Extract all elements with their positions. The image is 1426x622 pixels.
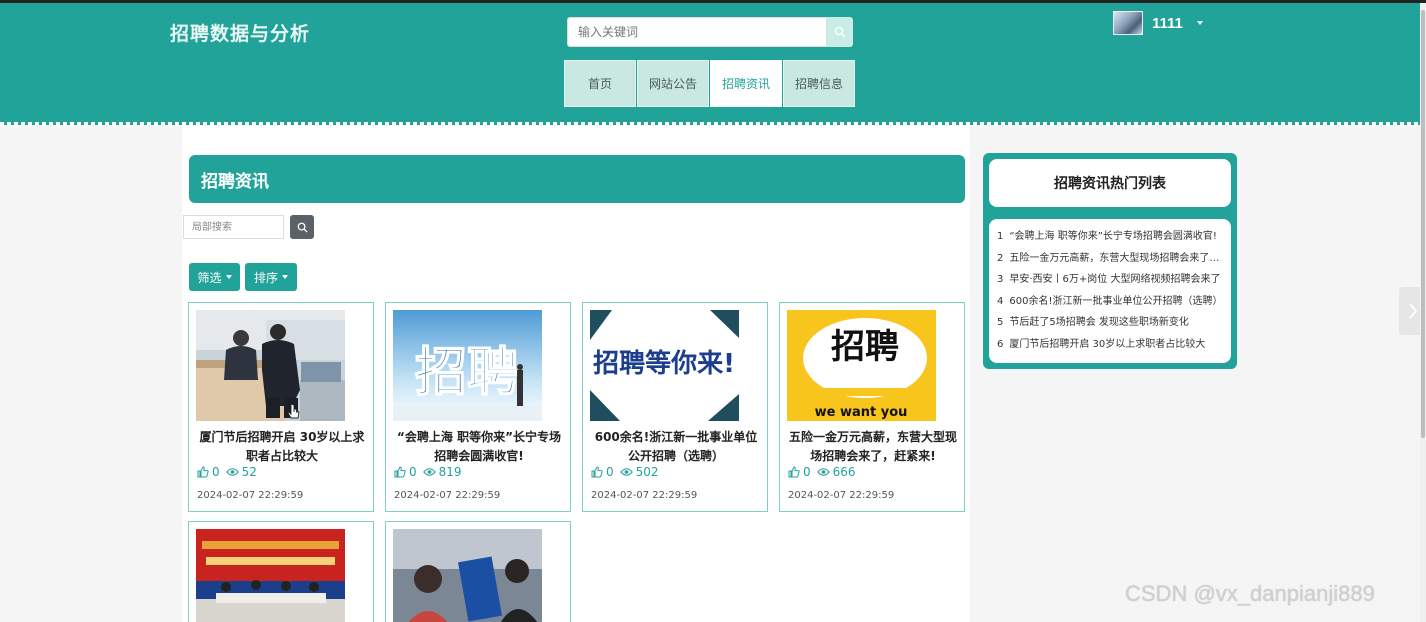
- main-nav: 首页 网站公告 招聘资讯 招聘信息: [564, 60, 856, 107]
- eye-icon: [619, 468, 633, 476]
- news-date: 2024-02-07 22:29:59: [591, 490, 698, 501]
- chevron-down-icon: [282, 275, 288, 279]
- news-stats: 0 819: [394, 465, 462, 479]
- news-title[interactable]: 厦门节后招聘开启 30岁以上求职者占比较大: [197, 428, 367, 466]
- news-date: 2024-02-07 22:29:59: [788, 490, 895, 501]
- thumbs-up-icon[interactable]: [591, 466, 603, 478]
- news-card[interactable]: [188, 521, 374, 622]
- sort-button[interactable]: 排序: [245, 263, 297, 291]
- hot-list-item[interactable]: 5 节后赶了5场招聘会 发现这些职场新变化: [997, 312, 1223, 334]
- hot-list-item[interactable]: 1 “会聘上海 职等你来”长宁专场招聘会圆满收官!: [997, 226, 1223, 248]
- view-count: 819: [438, 465, 462, 479]
- hot-rank: 3: [997, 274, 1004, 285]
- hot-rank: 5: [997, 317, 1004, 328]
- nav-announcements[interactable]: 网站公告: [637, 60, 709, 107]
- site-header: 招聘数据与分析 1111 首页 网站公告 招聘资讯 招聘信息: [0, 3, 1426, 125]
- news-image[interactable]: [393, 529, 542, 622]
- thumbs-up-icon[interactable]: [788, 466, 800, 478]
- hot-text[interactable]: 早安·西安丨6万+岗位 大型网络视频招聘会来了: [1009, 274, 1220, 285]
- news-title[interactable]: “会聘上海 职等你来”长宁专场招聘会圆满收官!: [394, 428, 564, 466]
- mouse-cursor: [287, 403, 300, 419]
- chevron-right-icon: [1408, 303, 1417, 319]
- hot-text[interactable]: 五险一金万元高薪，东营大型现场招聘会来了，赶紧来!: [1009, 253, 1223, 264]
- filter-button[interactable]: 筛选: [189, 263, 240, 291]
- nav-home[interactable]: 首页: [564, 60, 636, 107]
- hot-list-item[interactable]: 2 五险一金万元高薪，东营大型现场招聘会来了，赶紧来!: [997, 248, 1223, 270]
- news-card[interactable]: 厦门节后招聘开启 30岁以上求职者占比较大 0 52 2024-02-07 22…: [188, 302, 374, 512]
- hot-list: 1 “会聘上海 职等你来”长宁专场招聘会圆满收官! 2 五险一金万元高薪，东营大型现…: [989, 219, 1231, 363]
- chevron-down-icon[interactable]: [1196, 21, 1203, 25]
- hot-text[interactable]: 600余名!浙江新一批事业单位公开招聘（选聘）: [1009, 296, 1222, 307]
- image-text: 招聘: [415, 343, 519, 403]
- hot-list-panel: 招聘资讯热门列表 1 “会聘上海 职等你来”长宁专场招聘会圆满收官! 2 五险一金万…: [983, 153, 1237, 369]
- news-card[interactable]: [385, 521, 571, 622]
- hot-list-item[interactable]: 6 厦门节后招聘开启 30岁以上求职者占比较大: [997, 334, 1223, 356]
- like-count: 0: [606, 465, 614, 479]
- search-input[interactable]: [567, 17, 827, 47]
- image-text-2: we want you: [815, 405, 908, 420]
- eye-icon: [816, 468, 830, 476]
- view-count: 52: [241, 465, 257, 479]
- eye-icon: [422, 468, 436, 476]
- chevron-down-icon: [225, 275, 232, 279]
- news-stats: 0 52: [197, 465, 257, 479]
- filter-label: 筛选: [197, 270, 222, 285]
- eye-icon: [225, 468, 239, 476]
- nav-recruit-news[interactable]: 招聘资讯: [710, 60, 782, 107]
- like-count: 0: [409, 465, 417, 479]
- nav-recruit-info[interactable]: 招聘信息: [783, 60, 855, 107]
- user-menu[interactable]: 1111: [1113, 10, 1203, 36]
- news-date: 2024-02-07 22:29:59: [197, 490, 304, 501]
- news-title[interactable]: 600余名!浙江新一批事业单位公开招聘（选聘）: [591, 428, 761, 466]
- news-card[interactable]: 招聘 we want you 五险一金万元高薪，东营大型现场招聘会来了，赶紧来!…: [779, 302, 965, 512]
- hot-rank: 4: [997, 295, 1004, 307]
- search-button[interactable]: [827, 17, 853, 47]
- hot-rank: 1: [997, 231, 1004, 242]
- news-image[interactable]: 招聘等你来!: [590, 310, 739, 421]
- hot-rank: 2: [997, 252, 1004, 264]
- search-icon: [834, 26, 846, 38]
- hot-list-item[interactable]: 3 早安·西安丨6万+岗位 大型网络视频招聘会来了: [997, 269, 1223, 291]
- news-date: 2024-02-07 22:29:59: [394, 490, 501, 501]
- thumbs-up-icon[interactable]: [197, 466, 209, 478]
- search-icon: [297, 222, 308, 233]
- news-title[interactable]: 五险一金万元高薪，东营大型现场招聘会来了，赶紧来!: [788, 428, 958, 466]
- local-search-button[interactable]: [290, 215, 314, 239]
- scrollbar-thumb[interactable]: [1421, 10, 1425, 438]
- hot-rank: 6: [997, 338, 1004, 350]
- avatar[interactable]: [1113, 11, 1143, 35]
- news-image[interactable]: [196, 529, 345, 622]
- site-title: 招聘数据与分析: [170, 23, 311, 45]
- hot-list-title: 招聘资讯热门列表: [989, 159, 1231, 207]
- view-count: 502: [635, 465, 659, 479]
- news-card[interactable]: 招聘 “会聘上海 职等你来”长宁专场招聘会圆满收官! 0 819 2024-02…: [385, 302, 571, 512]
- view-count: 666: [832, 465, 856, 479]
- hot-text[interactable]: 节后赶了5场招聘会 发现这些职场新变化: [1009, 317, 1189, 328]
- news-image[interactable]: 招聘 we want you: [787, 310, 936, 421]
- hot-list-item[interactable]: 4 600余名!浙江新一批事业单位公开招聘（选聘）: [997, 291, 1223, 313]
- username[interactable]: 1111: [1152, 15, 1183, 32]
- news-image[interactable]: 招聘: [393, 310, 542, 421]
- like-count: 0: [212, 465, 220, 479]
- news-stats: 0 666: [788, 465, 856, 479]
- news-image[interactable]: [196, 310, 345, 421]
- sort-label: 排序: [253, 270, 278, 285]
- watermark: CSDN @vx_danpianji889: [1125, 581, 1375, 606]
- thumbs-up-icon[interactable]: [394, 466, 406, 478]
- like-count: 0: [803, 465, 811, 479]
- news-card[interactable]: 招聘等你来! 600余名!浙江新一批事业单位公开招聘（选聘） 0 502 202…: [582, 302, 768, 512]
- hot-text[interactable]: 厦门节后招聘开启 30岁以上求职者占比较大: [1009, 339, 1205, 350]
- hot-text[interactable]: “会聘上海 职等你来”长宁专场招聘会圆满收官!: [1009, 231, 1217, 242]
- image-text: 招聘等你来!: [593, 348, 735, 379]
- header-search: [567, 17, 853, 47]
- image-text: 招聘: [831, 327, 899, 367]
- local-search-input[interactable]: [183, 215, 284, 239]
- section-title: 招聘资讯: [189, 155, 965, 203]
- news-stats: 0 502: [591, 465, 659, 479]
